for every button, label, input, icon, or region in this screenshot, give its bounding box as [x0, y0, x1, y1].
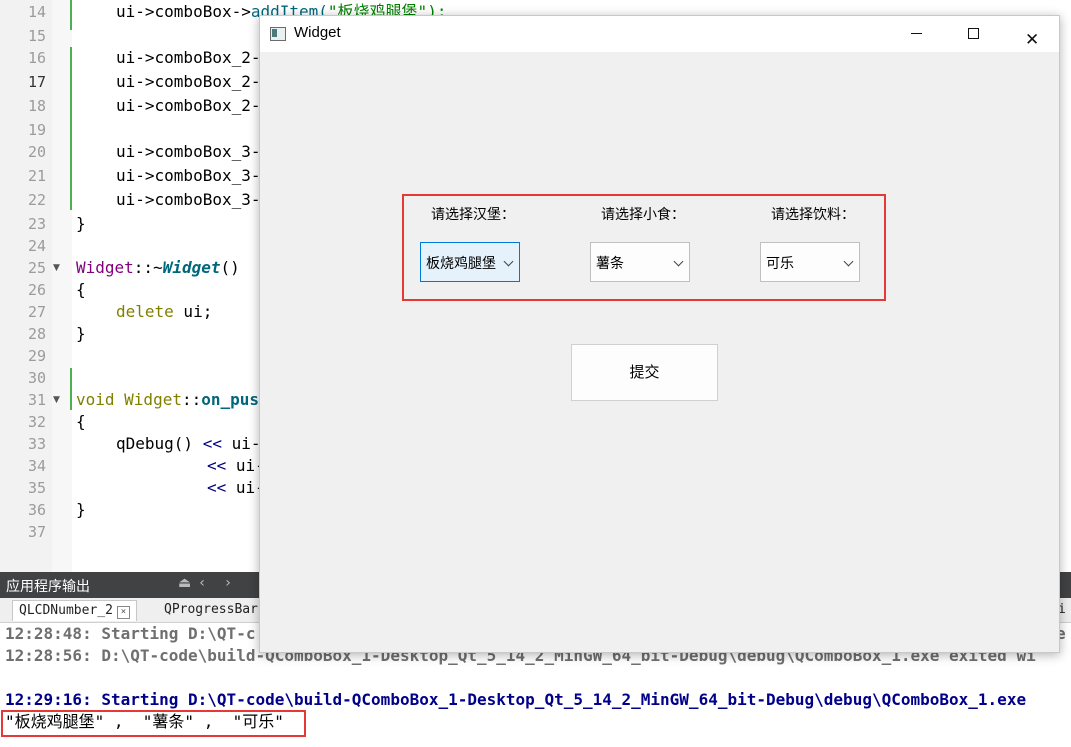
close-icon: ✕: [1025, 30, 1040, 50]
code-line-32: {: [76, 412, 86, 431]
line-number: 14: [27, 3, 46, 21]
code-line-26: {: [76, 280, 86, 299]
code-line-31: void Widget::on_pus: [76, 390, 260, 409]
line-number: 30: [27, 369, 46, 387]
code-line-25: Widget::~Widget(): [76, 258, 240, 277]
tab-label: QProgressBar: [164, 602, 258, 617]
fold-arrow-icon[interactable]: ▼: [53, 389, 60, 411]
change-marker: [70, 47, 72, 210]
change-marker: [70, 368, 72, 410]
tab-qlcdnumber-2[interactable]: QLCDNumber_2 ×: [12, 600, 137, 621]
tab-qprogressbar[interactable]: QProgressBar: [158, 600, 264, 620]
line-number: 37: [27, 523, 46, 541]
widget-window: Widget ✕ 请选择汉堡： 请选择小食： 请选择饮料： 板烧鸡腿堡 薯条 可…: [259, 15, 1060, 653]
line-number: 19: [27, 121, 46, 139]
output-highlight-box: [1, 710, 306, 737]
code-line-16: ui->comboBox_2-: [116, 48, 261, 67]
line-number: 32: [27, 413, 46, 431]
line-number: 15: [27, 27, 46, 45]
close-button[interactable]: ✕: [1009, 16, 1055, 52]
line-number: 34: [27, 457, 46, 475]
line-number: 22: [27, 191, 46, 209]
code-line-20: ui->comboBox_3-: [116, 142, 261, 161]
line-number: 16: [27, 49, 46, 67]
code-line-34: << ui-: [207, 456, 265, 475]
close-tab-icon[interactable]: ×: [116, 606, 130, 619]
code-line-36: }: [76, 500, 86, 519]
output-toolbar-icons[interactable]: ⏏‹ ›: [178, 575, 239, 591]
combobox-highlight-box: [402, 194, 886, 301]
line-number: 17: [27, 73, 46, 91]
line-number: 31: [27, 391, 46, 409]
maximize-icon: [968, 28, 979, 39]
minimize-button[interactable]: [894, 16, 940, 52]
line-number: 25: [27, 259, 46, 277]
line-number: 20: [27, 143, 46, 161]
fold-arrow-icon[interactable]: ▼: [53, 257, 60, 279]
output-line-1: 12:28:48: Starting D:\QT-c: [5, 624, 256, 643]
output-pane-title: 应用程序输出: [6, 579, 90, 595]
fold-margin: [52, 0, 72, 572]
line-number: 36: [27, 501, 46, 519]
code-line-22: ui->comboBox_3-: [116, 190, 261, 209]
window-titlebar[interactable]: Widget ✕: [260, 16, 1059, 52]
line-number: 21: [27, 167, 46, 185]
window-title: Widget: [294, 24, 341, 41]
maximize-button[interactable]: [950, 16, 996, 52]
line-number: 24: [27, 237, 46, 255]
code-line-18: ui->comboBox_2-: [116, 96, 261, 115]
code-line-21: ui->comboBox_3-: [116, 166, 261, 185]
submit-button[interactable]: 提交: [571, 344, 718, 401]
line-number: 33: [27, 435, 46, 453]
line-number: 27: [27, 303, 46, 321]
code-line-33: qDebug() << ui-: [116, 434, 261, 453]
code-line-28: }: [76, 324, 86, 343]
code-line-23: }: [76, 214, 86, 233]
line-number: 35: [27, 479, 46, 497]
line-number: 18: [27, 97, 46, 115]
line-number: 29: [27, 347, 46, 365]
output-line-3: 12:29:16: Starting D:\QT-code\build-QCom…: [5, 690, 1027, 709]
line-number: 28: [27, 325, 46, 343]
app-icon: [270, 27, 286, 41]
change-marker: [70, 0, 72, 30]
code-line-27: delete ui;: [116, 302, 213, 321]
line-number: 26: [27, 281, 46, 299]
line-number: 23: [27, 215, 46, 233]
code-line-35: << ui-: [207, 478, 265, 497]
minimize-icon: [911, 33, 922, 34]
code-line-17: ui->comboBox_2-: [116, 72, 261, 91]
tab-label: QLCDNumber_2: [19, 603, 113, 618]
